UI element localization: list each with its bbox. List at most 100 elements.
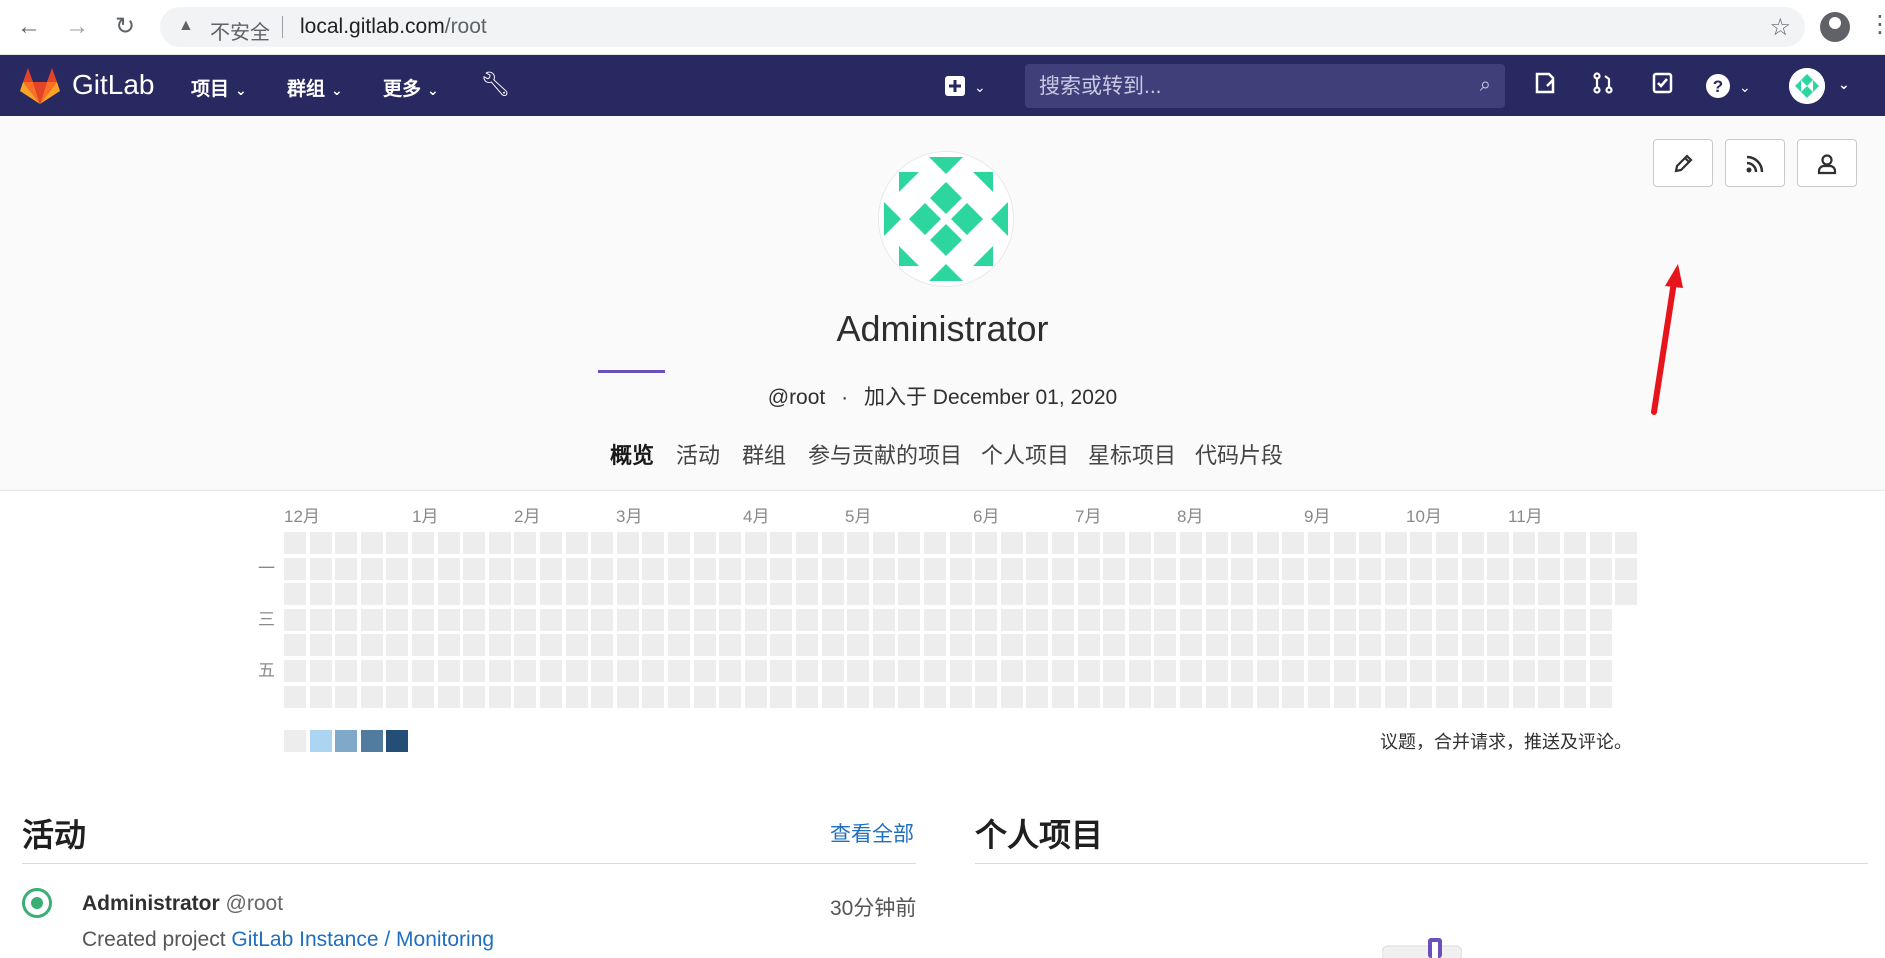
calendar-day-cell[interactable] [1564,583,1586,606]
calendar-day-cell[interactable] [872,634,895,657]
tab-contributed-projects[interactable]: 参与贡献的项目 [808,438,962,470]
calendar-day-cell[interactable] [949,685,972,708]
calendar-day-cell[interactable] [1205,583,1228,606]
calendar-day-cell[interactable] [616,532,639,554]
calendar-day-cell[interactable] [1128,583,1151,606]
calendar-day-cell[interactable] [1180,660,1202,682]
calendar-day-cell[interactable] [872,532,895,554]
calendar-day-cell[interactable] [412,557,434,580]
calendar-day-cell[interactable] [591,583,614,606]
calendar-day-cell[interactable] [1538,557,1561,580]
calendar-day-cell[interactable] [1333,557,1356,580]
calendar-day-cell[interactable] [540,583,562,606]
calendar-day-cell[interactable] [872,608,895,631]
calendar-day-cell[interactable] [1154,583,1177,606]
calendar-day-cell[interactable] [642,685,665,708]
calendar-day-cell[interactable] [1103,583,1126,606]
calendar-day-cell[interactable] [744,557,767,580]
calendar-day-cell[interactable] [1333,634,1356,657]
calendar-day-cell[interactable] [1410,608,1433,631]
calendar-day-cell[interactable] [898,583,921,606]
calendar-day-cell[interactable] [616,660,639,682]
calendar-day-cell[interactable] [360,634,383,657]
calendar-day-cell[interactable] [412,608,434,631]
calendar-day-cell[interactable] [309,634,332,657]
calendar-day-cell[interactable] [591,685,614,708]
calendar-day-cell[interactable] [1333,685,1356,708]
calendar-day-cell[interactable] [1231,583,1254,606]
edit-profile-button[interactable] [1653,139,1713,187]
help-icon[interactable]: ? ⌄ [1705,71,1751,101]
calendar-day-cell[interactable] [1282,583,1305,606]
calendar-day-cell[interactable] [821,532,844,554]
calendar-day-cell[interactable] [565,532,588,554]
calendar-day-cell[interactable] [1512,685,1535,708]
calendar-day-cell[interactable] [1461,608,1484,631]
calendar-day-cell[interactable] [540,634,562,657]
calendar-day-cell[interactable] [1026,608,1049,631]
calendar-day-cell[interactable] [335,608,358,631]
calendar-day-cell[interactable] [975,583,998,606]
calendar-day-cell[interactable] [1384,685,1407,708]
calendar-day-cell[interactable] [1410,532,1433,554]
calendar-day-cell[interactable] [1180,532,1202,554]
calendar-day-cell[interactable] [1052,608,1074,631]
calendar-day-cell[interactable] [335,532,358,554]
calendar-day-cell[interactable] [591,557,614,580]
calendar-day-cell[interactable] [1154,557,1177,580]
calendar-day-cell[interactable] [1410,685,1433,708]
calendar-day-cell[interactable] [386,532,409,554]
calendar-day-cell[interactable] [284,532,306,554]
calendar-day-cell[interactable] [1205,532,1228,554]
calendar-day-cell[interactable] [847,583,870,606]
calendar-day-cell[interactable] [1256,685,1279,708]
calendar-day-cell[interactable] [1077,608,1100,631]
calendar-day-cell[interactable] [975,532,998,554]
calendar-day-cell[interactable] [642,634,665,657]
back-icon[interactable]: ← [14,12,44,42]
browser-profile-icon[interactable] [1820,12,1850,42]
calendar-day-cell[interactable] [1564,532,1586,554]
calendar-day-cell[interactable] [872,660,895,682]
calendar-day-cell[interactable] [1512,660,1535,682]
calendar-day-cell[interactable] [1128,532,1151,554]
calendar-day-cell[interactable] [872,583,895,606]
calendar-day-cell[interactable] [898,608,921,631]
calendar-day-cell[interactable] [1615,583,1638,606]
calendar-day-cell[interactable] [1436,634,1458,657]
calendar-day-cell[interactable] [1026,634,1049,657]
calendar-day-cell[interactable] [1256,583,1279,606]
calendar-day-cell[interactable] [1180,557,1202,580]
calendar-day-cell[interactable] [1128,608,1151,631]
calendar-day-cell[interactable] [360,532,383,554]
calendar-day-cell[interactable] [335,685,358,708]
calendar-day-cell[interactable] [1231,634,1254,657]
calendar-day-cell[interactable] [898,557,921,580]
calendar-day-cell[interactable] [1308,532,1330,554]
calendar-day-cell[interactable] [488,634,511,657]
calendar-day-cell[interactable] [463,583,486,606]
calendar-day-cell[interactable] [1589,557,1612,580]
calendar-day-cell[interactable] [386,685,409,708]
calendar-day-cell[interactable] [1256,557,1279,580]
calendar-day-cell[interactable] [924,532,946,554]
calendar-day-cell[interactable] [1282,685,1305,708]
calendar-day-cell[interactable] [565,557,588,580]
calendar-day-cell[interactable] [898,685,921,708]
calendar-day-cell[interactable] [1436,532,1458,554]
calendar-day-cell[interactable] [437,634,460,657]
calendar-day-cell[interactable] [1512,532,1535,554]
calendar-day-cell[interactable] [1487,583,1510,606]
calendar-day-cell[interactable] [1000,660,1023,682]
calendar-day-cell[interactable] [770,608,793,631]
calendar-day-cell[interactable] [1128,685,1151,708]
calendar-day-cell[interactable] [1436,557,1458,580]
calendar-day-cell[interactable] [796,634,818,657]
calendar-day-cell[interactable] [770,532,793,554]
calendar-day-cell[interactable] [412,660,434,682]
calendar-day-cell[interactable] [949,608,972,631]
calendar-day-cell[interactable] [1487,557,1510,580]
calendar-day-cell[interactable] [488,608,511,631]
tab-groups[interactable]: 群组 [742,438,786,470]
calendar-day-cell[interactable] [949,532,972,554]
